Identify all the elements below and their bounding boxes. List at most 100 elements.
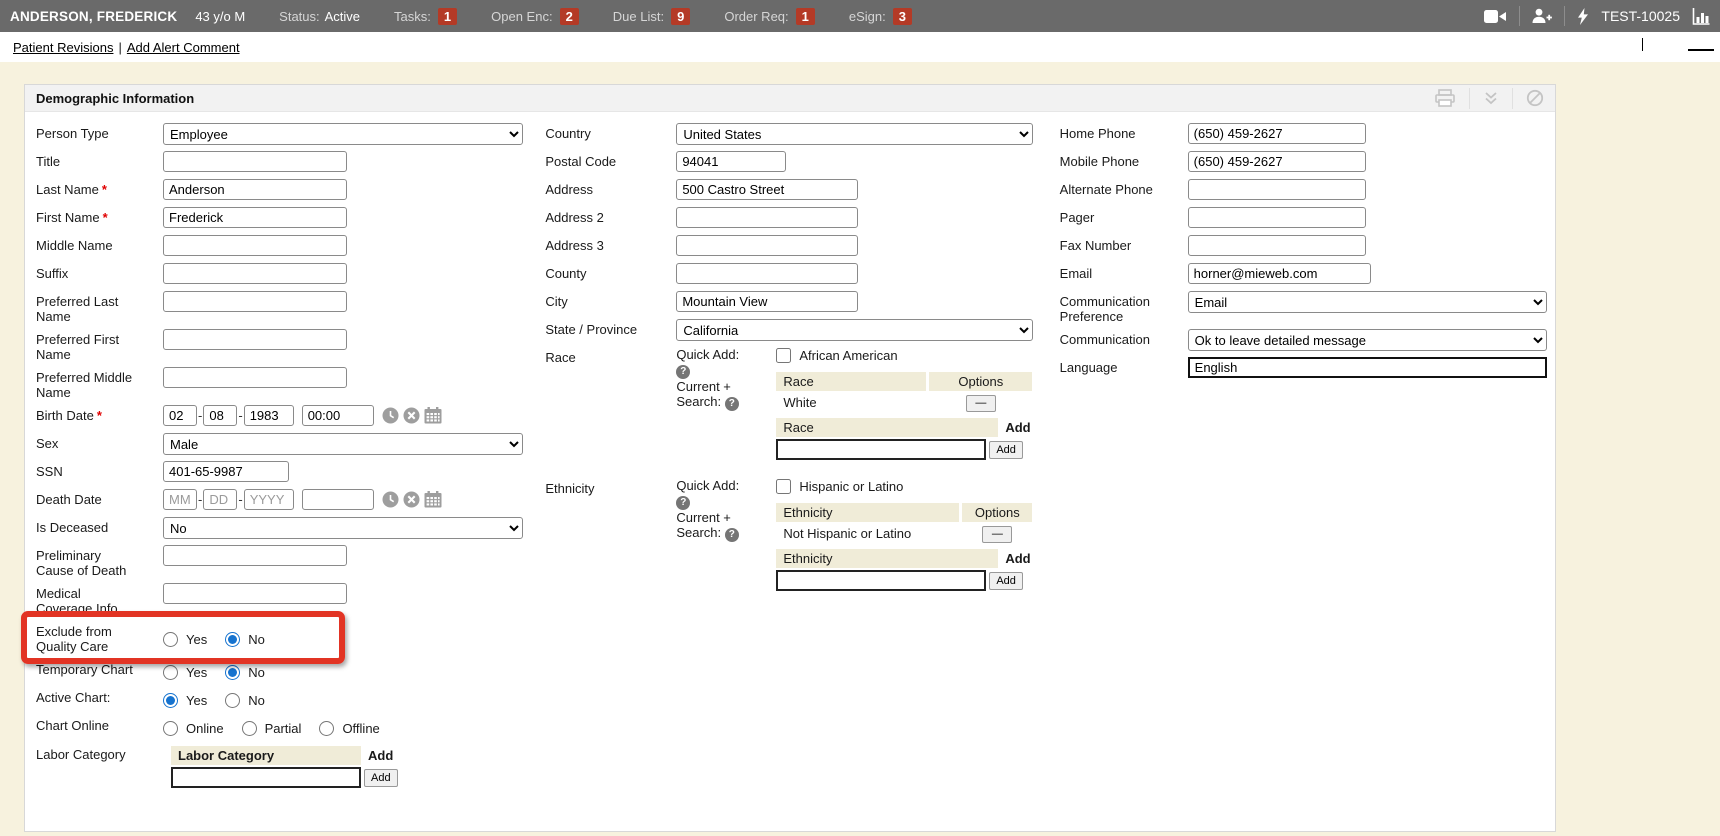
active-chart-no-radio[interactable] [225, 693, 240, 708]
race-remove-button[interactable]: — [966, 395, 996, 412]
county-input[interactable] [676, 263, 858, 284]
city-input[interactable] [676, 291, 858, 312]
ethnicity-add-input[interactable] [776, 570, 986, 591]
order-req-badge[interactable]: 1 [796, 8, 815, 25]
birth-day-input[interactable] [203, 405, 237, 426]
partial-option: Partial [265, 721, 302, 736]
preferred-first-input[interactable] [163, 329, 347, 350]
address2-input[interactable] [676, 207, 858, 228]
ethnicity-add-column-header: Ethnicity [776, 549, 998, 568]
exclude-quality-yes-radio[interactable] [163, 632, 178, 647]
due-list-badge[interactable]: 9 [671, 8, 690, 25]
active-chart-yes-radio[interactable] [163, 693, 178, 708]
bar-chart-icon[interactable] [1692, 8, 1710, 25]
labor-category-add-button[interactable]: Add [364, 769, 398, 787]
field-labor-category: Labor Category Labor Category Add Add [36, 744, 545, 790]
alternate-phone-input[interactable] [1188, 179, 1366, 200]
pager-input[interactable] [1188, 207, 1366, 228]
open-enc-counter[interactable]: Open Enc: 2 [491, 8, 579, 25]
birth-time-input[interactable] [302, 405, 374, 426]
last-name-input[interactable] [163, 179, 347, 200]
lightning-bolt-icon[interactable] [1577, 8, 1589, 25]
tasks-counter[interactable]: Tasks: 1 [394, 8, 457, 25]
birth-year-input[interactable] [244, 405, 294, 426]
order-req-counter[interactable]: Order Req: 1 [724, 8, 815, 25]
state-province-select[interactable]: California [676, 319, 1033, 341]
ethnicity-add-button[interactable]: Add [989, 572, 1023, 590]
address3-input[interactable] [676, 235, 858, 256]
medical-coverage-input[interactable] [163, 583, 347, 604]
clock-icon[interactable] [382, 407, 399, 424]
status-label: Status: [279, 9, 319, 24]
ethnicity-hispanic-checkbox[interactable] [776, 479, 791, 494]
ssn-input[interactable] [163, 461, 289, 482]
suffix-input[interactable] [163, 263, 347, 284]
help-icon[interactable]: ? [676, 496, 690, 510]
patient-revisions-link[interactable]: Patient Revisions [13, 40, 113, 55]
country-select[interactable]: United States [676, 123, 1033, 145]
death-year-input[interactable] [244, 489, 294, 510]
field-communication-preference: Communication Preference Email [1060, 291, 1555, 324]
field-fax-number: Fax Number [1060, 235, 1555, 258]
communication-select[interactable]: Ok to leave detailed message [1188, 329, 1547, 351]
race-african-american-checkbox[interactable] [776, 348, 791, 363]
first-name-input[interactable] [163, 207, 347, 228]
preferred-middle-input[interactable] [163, 367, 347, 388]
communication-preference-select[interactable]: Email [1188, 291, 1547, 313]
postal-code-input[interactable] [676, 151, 786, 172]
home-phone-input[interactable] [1188, 123, 1366, 144]
person-add-icon[interactable] [1532, 8, 1552, 24]
calendar-icon[interactable] [424, 491, 442, 508]
title-input[interactable] [163, 151, 347, 172]
preferred-last-input[interactable] [163, 291, 347, 312]
sex-label: Sex [36, 433, 163, 456]
email-input[interactable] [1188, 263, 1371, 284]
race-add-input[interactable] [776, 439, 986, 460]
preliminary-cod-input[interactable] [163, 545, 347, 566]
video-camera-icon[interactable] [1484, 9, 1507, 24]
clock-icon[interactable] [382, 491, 399, 508]
death-time-input[interactable] [302, 489, 374, 510]
temporary-chart-no-radio[interactable] [225, 665, 240, 680]
ethnicity-remove-button[interactable]: — [982, 526, 1012, 543]
open-enc-badge[interactable]: 2 [560, 8, 579, 25]
death-month-input[interactable] [163, 489, 197, 510]
tasks-badge[interactable]: 1 [438, 8, 457, 25]
birth-month-input[interactable] [163, 405, 197, 426]
help-icon[interactable]: ? [725, 397, 739, 411]
help-icon[interactable]: ? [725, 528, 739, 542]
help-icon[interactable]: ? [676, 365, 690, 379]
language-input[interactable] [1188, 357, 1547, 378]
labor-category-add-input[interactable] [171, 767, 361, 788]
ethnicity-label: Ethnicity [545, 478, 676, 593]
person-type-select[interactable]: Employee [163, 123, 523, 145]
add-column-header: Add [1001, 418, 1034, 437]
chart-online-online-radio[interactable] [163, 721, 178, 736]
exclude-quality-no-radio[interactable] [225, 632, 240, 647]
chart-online-partial-radio[interactable] [242, 721, 257, 736]
temporary-chart-yes-radio[interactable] [163, 665, 178, 680]
collapse-chevrons-icon[interactable] [1483, 90, 1499, 106]
header-separator [1469, 88, 1470, 109]
open-enc-label: Open Enc: [491, 9, 552, 24]
last-name-label: Last Name [36, 182, 99, 197]
due-list-counter[interactable]: Due List: 9 [613, 8, 691, 25]
esign-badge[interactable]: 3 [893, 8, 912, 25]
middle-name-input[interactable] [163, 235, 347, 256]
print-icon[interactable] [1434, 89, 1456, 107]
add-alert-comment-link[interactable]: Add Alert Comment [127, 40, 240, 55]
address-input[interactable] [676, 179, 858, 200]
race-add-button[interactable]: Add [989, 441, 1023, 459]
fax-number-input[interactable] [1188, 235, 1366, 256]
sex-select[interactable]: Male [163, 433, 523, 455]
due-list-label: Due List: [613, 9, 664, 24]
calendar-icon[interactable] [424, 407, 442, 424]
is-deceased-select[interactable]: No [163, 517, 523, 539]
clear-date-icon[interactable] [403, 491, 420, 508]
mobile-phone-input[interactable] [1188, 151, 1366, 172]
esign-counter[interactable]: eSign: 3 [849, 8, 912, 25]
death-day-input[interactable] [203, 489, 237, 510]
chart-online-offline-radio[interactable] [319, 721, 334, 736]
clear-date-icon[interactable] [403, 407, 420, 424]
disable-icon[interactable] [1526, 89, 1544, 107]
